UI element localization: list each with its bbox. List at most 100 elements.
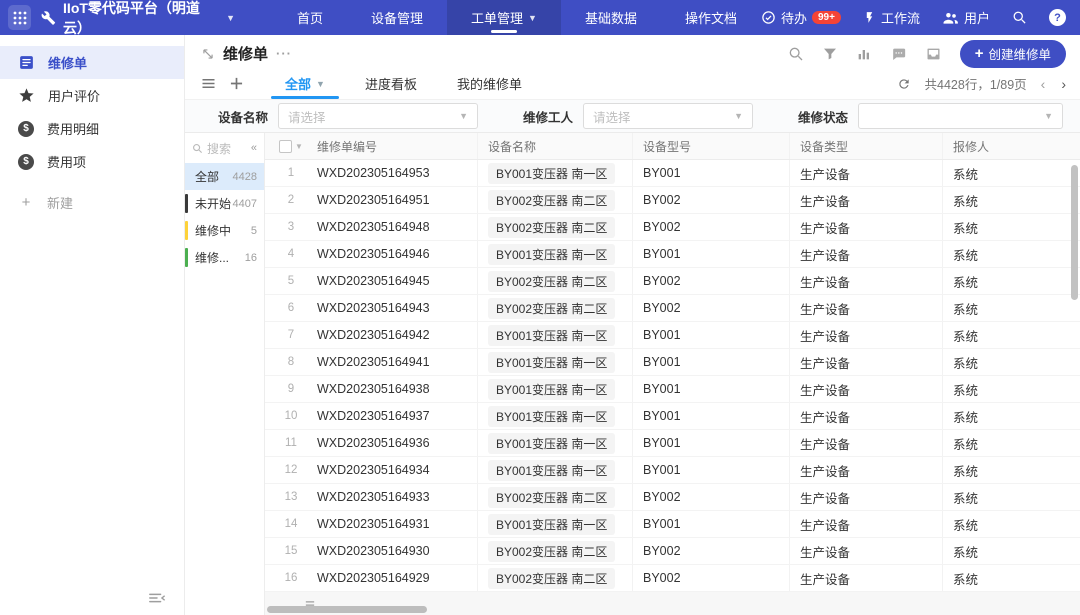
table-row[interactable]: 5 WXD202305164945 BY002变压器 南二区 BY002 生产设… <box>265 268 1080 295</box>
filter-icon[interactable] <box>822 46 838 62</box>
cell-reporter[interactable]: 系统 <box>943 538 1080 564</box>
tab-progress-board[interactable]: 进度看板 <box>345 68 437 99</box>
chart-icon[interactable] <box>856 46 872 62</box>
cell-device-type[interactable]: 生产设备 <box>790 511 943 537</box>
cell-order-no[interactable]: WXD202305164936 <box>317 436 430 450</box>
sidebar-item-cost-details[interactable]: $ 费用明细 <box>0 112 184 145</box>
todo-button[interactable]: 待办 99+ <box>761 8 841 27</box>
cell-device-name-chip[interactable]: BY002变压器 南二区 <box>488 217 615 238</box>
cell-order-no[interactable]: WXD202305164937 <box>317 409 430 423</box>
cell-reporter[interactable]: 系统 <box>943 295 1080 321</box>
cell-device-name-chip[interactable]: BY001变压器 南一区 <box>488 163 615 184</box>
next-page-button[interactable]: › <box>1061 76 1066 92</box>
table-row[interactable]: 10 WXD202305164937 BY001变压器 南一区 BY001 生产… <box>265 403 1080 430</box>
cell-device-type[interactable]: 生产设备 <box>790 214 943 240</box>
nav-item-workorder-mgmt[interactable]: 工单管理 ▼ <box>447 0 561 35</box>
sidebar-item-cost-items[interactable]: $ 费用项 <box>0 145 184 178</box>
group-item-repaired[interactable]: 维修... 16 <box>185 244 264 271</box>
cell-reporter[interactable]: 系统 <box>943 268 1080 294</box>
cell-reporter[interactable]: 系统 <box>943 457 1080 483</box>
cell-device-type[interactable]: 生产设备 <box>790 295 943 321</box>
cell-reporter[interactable]: 系统 <box>943 430 1080 456</box>
column-header-device-type[interactable]: 设备类型 <box>790 133 943 159</box>
table-row[interactable]: 14 WXD202305164931 BY001变压器 南一区 BY001 生产… <box>265 511 1080 538</box>
table-row[interactable]: 6 WXD202305164943 BY002变压器 南二区 BY002 生产设… <box>265 295 1080 322</box>
cell-device-name-chip[interactable]: BY001变压器 南一区 <box>488 379 615 400</box>
cell-order-no[interactable]: WXD202305164934 <box>317 463 430 477</box>
cell-device-type[interactable]: 生产设备 <box>790 430 943 456</box>
nav-item-base-data[interactable]: 基础数据 <box>561 0 661 35</box>
cell-device-name-chip[interactable]: BY001变压器 南一区 <box>488 244 615 265</box>
group-item-all[interactable]: 全部 4428 <box>185 163 264 190</box>
nav-item-home[interactable]: 首页 <box>273 0 347 35</box>
cell-order-no[interactable]: WXD202305164938 <box>317 382 430 396</box>
cell-device-type[interactable]: 生产设备 <box>790 376 943 402</box>
create-repair-order-button[interactable]: + 创建维修单 <box>960 40 1066 68</box>
comment-icon[interactable] <box>890 46 907 62</box>
cell-device-name-chip[interactable]: BY002变压器 南二区 <box>488 487 615 508</box>
column-header-device-model[interactable]: 设备型号 <box>633 133 790 159</box>
cell-device-model[interactable]: BY001 <box>633 403 790 429</box>
cell-device-type[interactable]: 生产设备 <box>790 457 943 483</box>
cell-device-model[interactable]: BY001 <box>633 160 790 186</box>
cell-order-no[interactable]: WXD202305164931 <box>317 517 430 531</box>
sidebar-item-user-ratings[interactable]: 用户评价 <box>0 79 184 112</box>
sidebar-new-button[interactable]: + 新建 <box>0 186 184 219</box>
cell-order-no[interactable]: WXD202305164941 <box>317 355 430 369</box>
cell-device-model[interactable]: BY001 <box>633 430 790 456</box>
cell-device-type[interactable]: 生产设备 <box>790 187 943 213</box>
search-icon[interactable] <box>788 46 804 62</box>
select-all-checkbox[interactable] <box>279 140 292 153</box>
cell-order-no[interactable]: WXD202305164946 <box>317 247 430 261</box>
cell-device-model[interactable]: BY001 <box>633 322 790 348</box>
cell-device-type[interactable]: 生产设备 <box>790 241 943 267</box>
filter-select-device-name[interactable]: 请选择▼ <box>278 103 478 129</box>
help-button[interactable]: ? <box>1049 9 1066 26</box>
cell-device-name-chip[interactable]: BY001变压器 南一区 <box>488 325 615 346</box>
cell-device-type[interactable]: 生产设备 <box>790 268 943 294</box>
cell-device-model[interactable]: BY002 <box>633 538 790 564</box>
cell-device-model[interactable]: BY001 <box>633 457 790 483</box>
table-row[interactable]: 4 WXD202305164946 BY001变压器 南一区 BY001 生产设… <box>265 241 1080 268</box>
cell-reporter[interactable]: 系统 <box>943 160 1080 186</box>
cell-device-model[interactable]: BY002 <box>633 565 790 591</box>
cell-reporter[interactable]: 系统 <box>943 322 1080 348</box>
cell-device-type[interactable]: 生产设备 <box>790 349 943 375</box>
cell-device-name-chip[interactable]: BY002变压器 南二区 <box>488 298 615 319</box>
tab-all[interactable]: 全部 ▼ <box>265 68 345 99</box>
nav-item-device-mgmt[interactable]: 设备管理 <box>347 0 447 35</box>
expand-icon[interactable] <box>201 47 215 61</box>
table-row[interactable]: 15 WXD202305164930 BY002变压器 南二区 BY002 生产… <box>265 538 1080 565</box>
cell-device-type[interactable]: 生产设备 <box>790 160 943 186</box>
cell-device-name-chip[interactable]: BY002变压器 南二区 <box>488 190 615 211</box>
app-switcher[interactable]: IIoT零代码平台（明道云） ▼ <box>41 0 235 38</box>
cell-device-type[interactable]: 生产设备 <box>790 484 943 510</box>
column-header-device-name[interactable]: 设备名称 <box>478 133 633 159</box>
cell-device-model[interactable]: BY002 <box>633 187 790 213</box>
table-row[interactable]: 8 WXD202305164941 BY001变压器 南一区 BY001 生产设… <box>265 349 1080 376</box>
cell-reporter[interactable]: 系统 <box>943 484 1080 510</box>
sidebar-collapse-button[interactable] <box>148 592 166 607</box>
cell-device-name-chip[interactable]: BY002变压器 南二区 <box>488 271 615 292</box>
cell-device-model[interactable]: BY002 <box>633 295 790 321</box>
table-row[interactable]: 11 WXD202305164936 BY001变压器 南一区 BY001 生产… <box>265 430 1080 457</box>
table-row[interactable]: 9 WXD202305164938 BY001变压器 南一区 BY001 生产设… <box>265 376 1080 403</box>
cell-reporter[interactable]: 系统 <box>943 241 1080 267</box>
horizontal-scrollbar[interactable] <box>267 606 427 613</box>
cell-device-type[interactable]: 生产设备 <box>790 322 943 348</box>
cell-device-name-chip[interactable]: BY002变压器 南二区 <box>488 541 615 562</box>
column-header-reporter[interactable]: 报修人 <box>943 133 1080 159</box>
table-row[interactable]: 13 WXD202305164933 BY002变压器 南二区 BY002 生产… <box>265 484 1080 511</box>
chevron-down-icon[interactable]: ▼ <box>295 142 303 151</box>
cell-device-model[interactable]: BY001 <box>633 376 790 402</box>
refresh-icon[interactable] <box>897 77 911 91</box>
cell-device-type[interactable]: 生产设备 <box>790 565 943 591</box>
more-options-button[interactable]: ··· <box>276 46 292 61</box>
nav-item-docs[interactable]: 操作文档 <box>661 0 761 35</box>
cell-device-type[interactable]: 生产设备 <box>790 403 943 429</box>
cell-reporter[interactable]: 系统 <box>943 511 1080 537</box>
cell-device-name-chip[interactable]: BY001变压器 南一区 <box>488 460 615 481</box>
cell-reporter[interactable]: 系统 <box>943 187 1080 213</box>
cell-device-model[interactable]: BY002 <box>633 484 790 510</box>
group-item-in-repair[interactable]: 维修中 5 <box>185 217 264 244</box>
